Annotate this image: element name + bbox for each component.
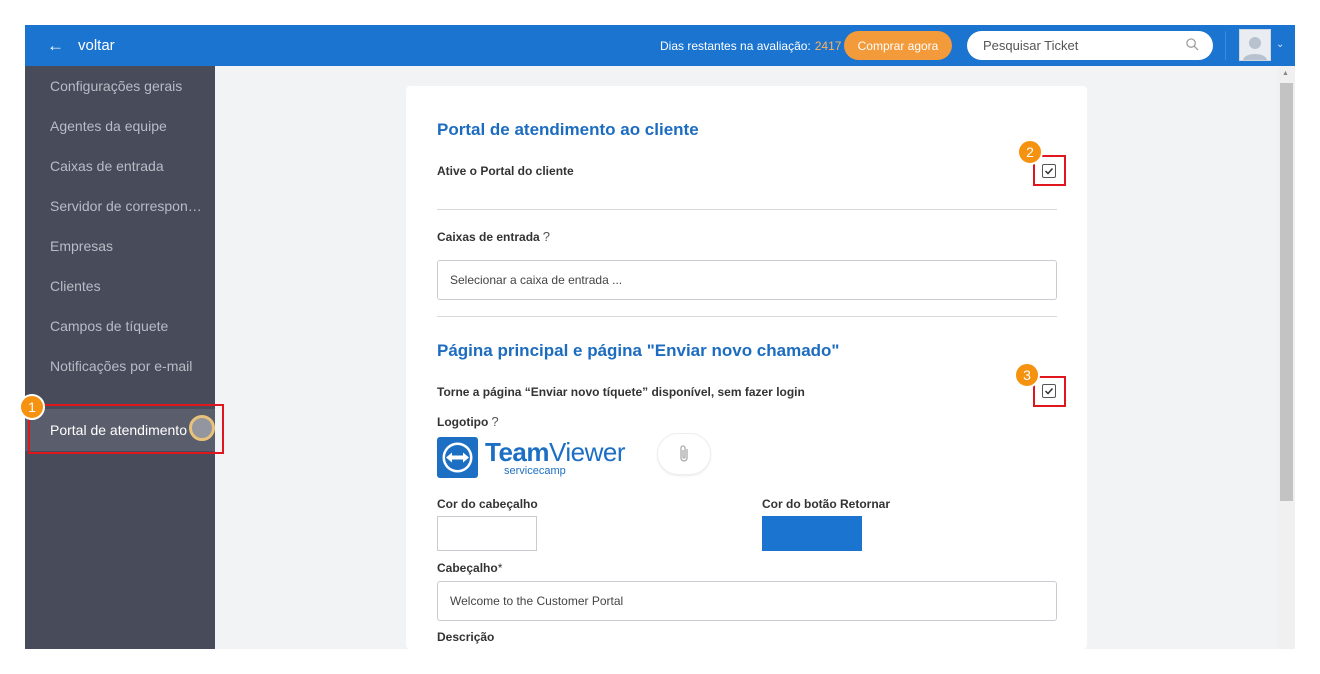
sidebar-item-label: Notificações por e-mail xyxy=(50,358,193,374)
sidebar-item-label: Campos de tíquete xyxy=(50,318,169,334)
header-color-label: Cor do cabeçalho xyxy=(437,497,538,511)
trial-info: Dias restantes na avaliação: 2417 xyxy=(660,25,841,66)
teamviewer-logo-icon xyxy=(437,437,478,478)
scroll-up-icon[interactable]: ▲ xyxy=(1282,70,1289,77)
ticket-search xyxy=(967,31,1213,60)
inbox-label: Caixas de entrada? xyxy=(437,229,550,244)
help-icon[interactable]: ? xyxy=(491,414,498,429)
return-button-color-swatch[interactable] xyxy=(762,516,862,551)
sidebar-item-label: Agentes da equipe xyxy=(50,118,167,134)
return-button-color-label: Cor do botão Retornar xyxy=(762,497,890,511)
no-login-label: Torne a página “Enviar novo tíquete” dis… xyxy=(437,385,805,399)
back-label: voltar xyxy=(78,37,115,54)
search-input[interactable] xyxy=(983,38,1178,53)
attach-logo-button[interactable] xyxy=(657,433,711,475)
sidebar-item-label: Caixas de entrada xyxy=(50,158,164,174)
logo-subtext: servicecamp xyxy=(504,465,566,477)
sidebar-item-customers[interactable]: Clientes xyxy=(25,266,215,306)
sidebar-item-inboxes[interactable]: Caixas de entrada xyxy=(25,146,215,186)
enable-portal-label: Ative o Portal do cliente xyxy=(437,164,574,178)
teamviewer-logo: TeamViewer servicecamp xyxy=(437,437,627,479)
help-icon[interactable]: ? xyxy=(543,229,550,244)
paperclip-icon xyxy=(680,445,688,462)
highlight-box-portal xyxy=(28,404,224,454)
inbox-label-text: Caixas de entrada xyxy=(437,230,540,244)
header-text-input[interactable]: Welcome to the Customer Portal xyxy=(437,581,1057,621)
main-page-section-title: Página principal e página "Enviar novo c… xyxy=(437,341,840,360)
sidebar-item-email-notifications[interactable]: Notificações por e-mail xyxy=(25,346,215,386)
settings-sidebar: Configurações gerais Agentes da equipe C… xyxy=(25,66,215,649)
section-divider xyxy=(437,316,1057,317)
header-text-label-text: Cabeçalho xyxy=(437,561,498,575)
header-divider xyxy=(1225,31,1226,60)
sidebar-item-label: Clientes xyxy=(50,278,101,294)
section-divider xyxy=(437,209,1057,210)
user-icon xyxy=(1243,37,1267,60)
logo-brand-bold: Team xyxy=(485,437,550,467)
logo-wordmark: TeamViewer xyxy=(485,437,626,467)
search-icon[interactable] xyxy=(1186,38,1199,51)
chevron-down-icon[interactable]: ⌄ xyxy=(1276,39,1284,50)
back-link[interactable]: ← voltar xyxy=(47,25,115,66)
step-badge-1: 1 xyxy=(19,394,45,420)
top-bar: ← voltar Dias restantes na avaliação: 24… xyxy=(25,25,1295,66)
avatar[interactable] xyxy=(1239,29,1271,61)
header-text-value: Welcome to the Customer Portal xyxy=(450,594,624,608)
inbox-select-placeholder: Selecionar a caixa de entrada ... xyxy=(450,273,623,287)
header-text-label: Cabeçalho* xyxy=(437,561,502,575)
sidebar-item-label: Servidor de correspondência xyxy=(50,198,206,214)
header-color-swatch[interactable] xyxy=(437,516,537,551)
sidebar-item-ticket-fields[interactable]: Campos de tíquete xyxy=(25,306,215,346)
portal-section-title: Portal de atendimento ao cliente xyxy=(437,120,699,139)
sidebar-item-companies[interactable]: Empresas xyxy=(25,226,215,266)
portal-settings-card: Portal de atendimento ao cliente Ative o… xyxy=(406,86,1087,649)
trial-label: Dias restantes na avaliação: xyxy=(660,38,811,53)
app-window: ← voltar Dias restantes na avaliação: 24… xyxy=(25,25,1295,649)
scrollbar-thumb[interactable] xyxy=(1280,83,1293,501)
sidebar-item-label: Empresas xyxy=(50,238,114,254)
buy-now-button[interactable]: Comprar agora xyxy=(844,31,952,60)
required-marker: * xyxy=(497,561,503,575)
arrow-left-icon: ← xyxy=(47,36,64,55)
sidebar-item-general-settings[interactable]: Configurações gerais xyxy=(25,66,215,106)
logo-label-text: Logotipo xyxy=(437,415,489,429)
logo-label: Logotipo? xyxy=(437,414,499,429)
step-badge-2: 2 xyxy=(1017,139,1043,165)
logo-brand-light: Viewer xyxy=(549,437,626,467)
sidebar-item-team-agents[interactable]: Agentes da equipe xyxy=(25,106,215,146)
sidebar-item-label: Configurações gerais xyxy=(50,78,183,94)
description-label: Descrição xyxy=(437,630,495,644)
sidebar-item-mail-server[interactable]: Servidor de correspondência xyxy=(25,186,215,226)
step-badge-3: 3 xyxy=(1014,362,1040,388)
inbox-select[interactable]: Selecionar a caixa de entrada ... xyxy=(437,260,1057,300)
trial-days: 2417 xyxy=(814,38,842,53)
